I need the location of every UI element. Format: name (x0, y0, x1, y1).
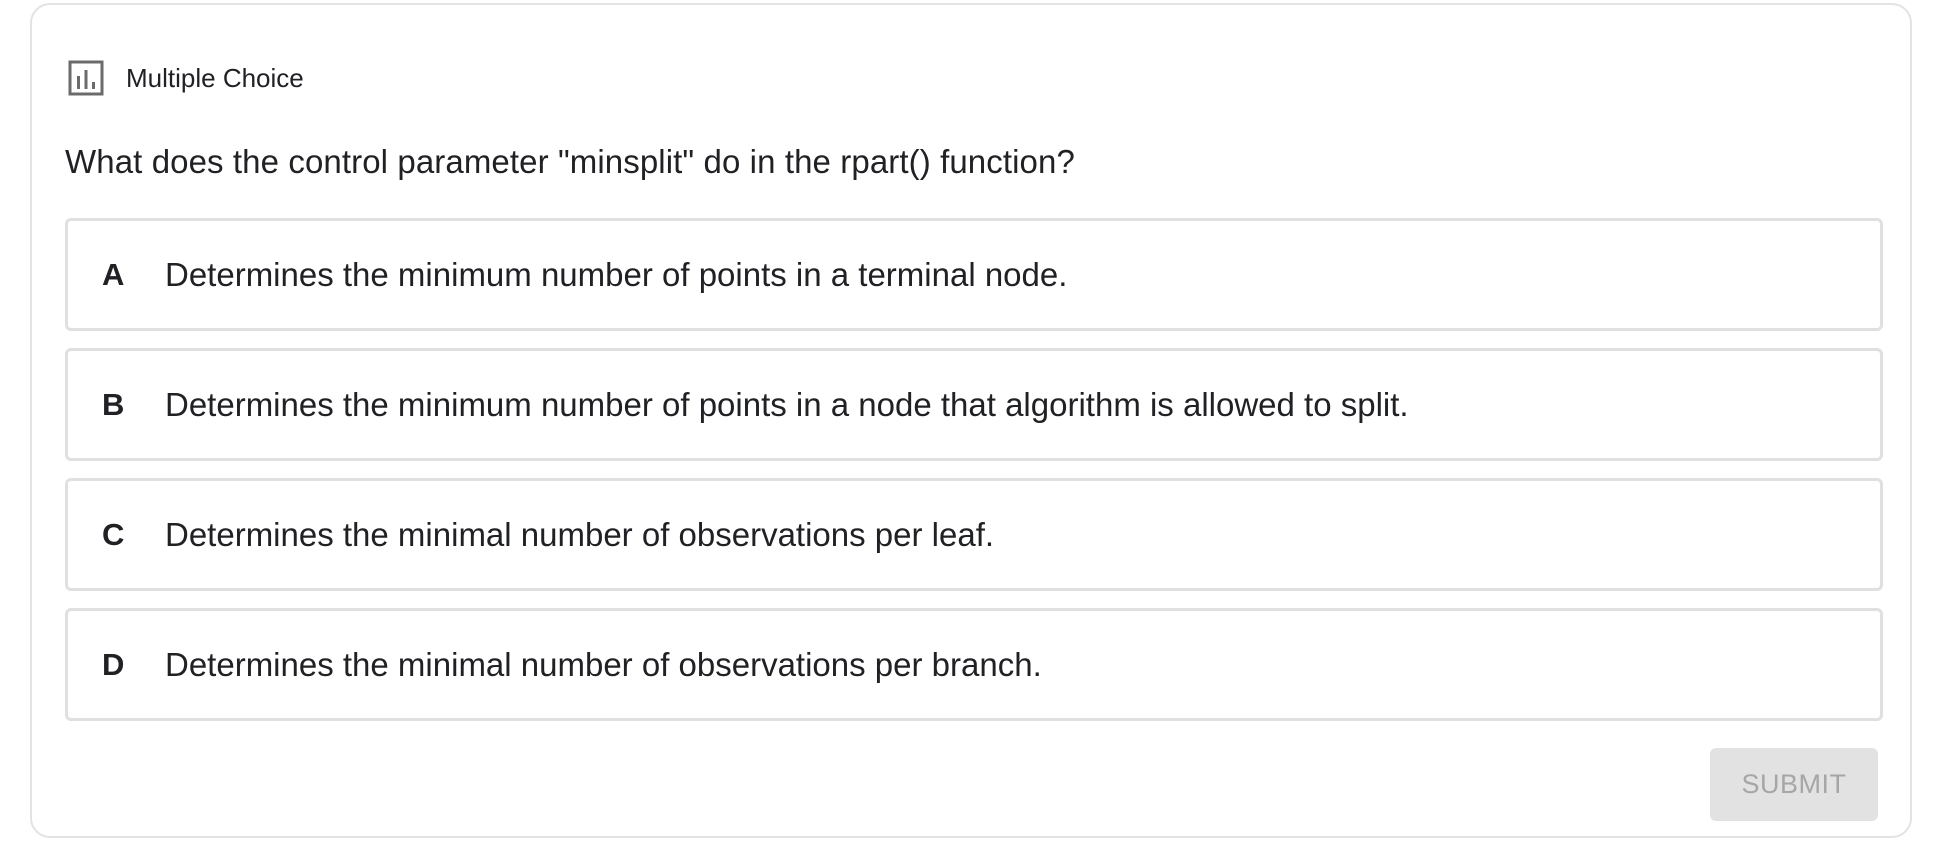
option-b[interactable]: B Determines the minimum number of point… (65, 348, 1883, 461)
option-text: Determines the minimal number of observa… (165, 645, 1042, 683)
card-header: Multiple Choice (68, 60, 304, 96)
option-c[interactable]: C Determines the minimal number of obser… (65, 478, 1883, 591)
options-list: A Determines the minimum number of point… (65, 218, 1883, 738)
question-card: Multiple Choice What does the control pa… (30, 3, 1912, 838)
question-type-label: Multiple Choice (126, 62, 304, 93)
option-letter: B (102, 386, 125, 422)
option-text: Determines the minimum number of points … (165, 385, 1409, 423)
option-d[interactable]: D Determines the minimal number of obser… (65, 608, 1883, 721)
option-a[interactable]: A Determines the minimum number of point… (65, 218, 1883, 331)
option-text: Determines the minimal number of observa… (165, 515, 995, 553)
option-letter: C (102, 516, 125, 552)
bar-chart-icon (68, 60, 104, 96)
question-text: What does the control parameter "minspli… (65, 143, 1075, 180)
submit-button[interactable]: SUBMIT (1710, 748, 1878, 821)
option-letter: D (102, 646, 125, 682)
option-text: Determines the minimum number of points … (165, 255, 1068, 293)
option-letter: A (102, 256, 125, 292)
